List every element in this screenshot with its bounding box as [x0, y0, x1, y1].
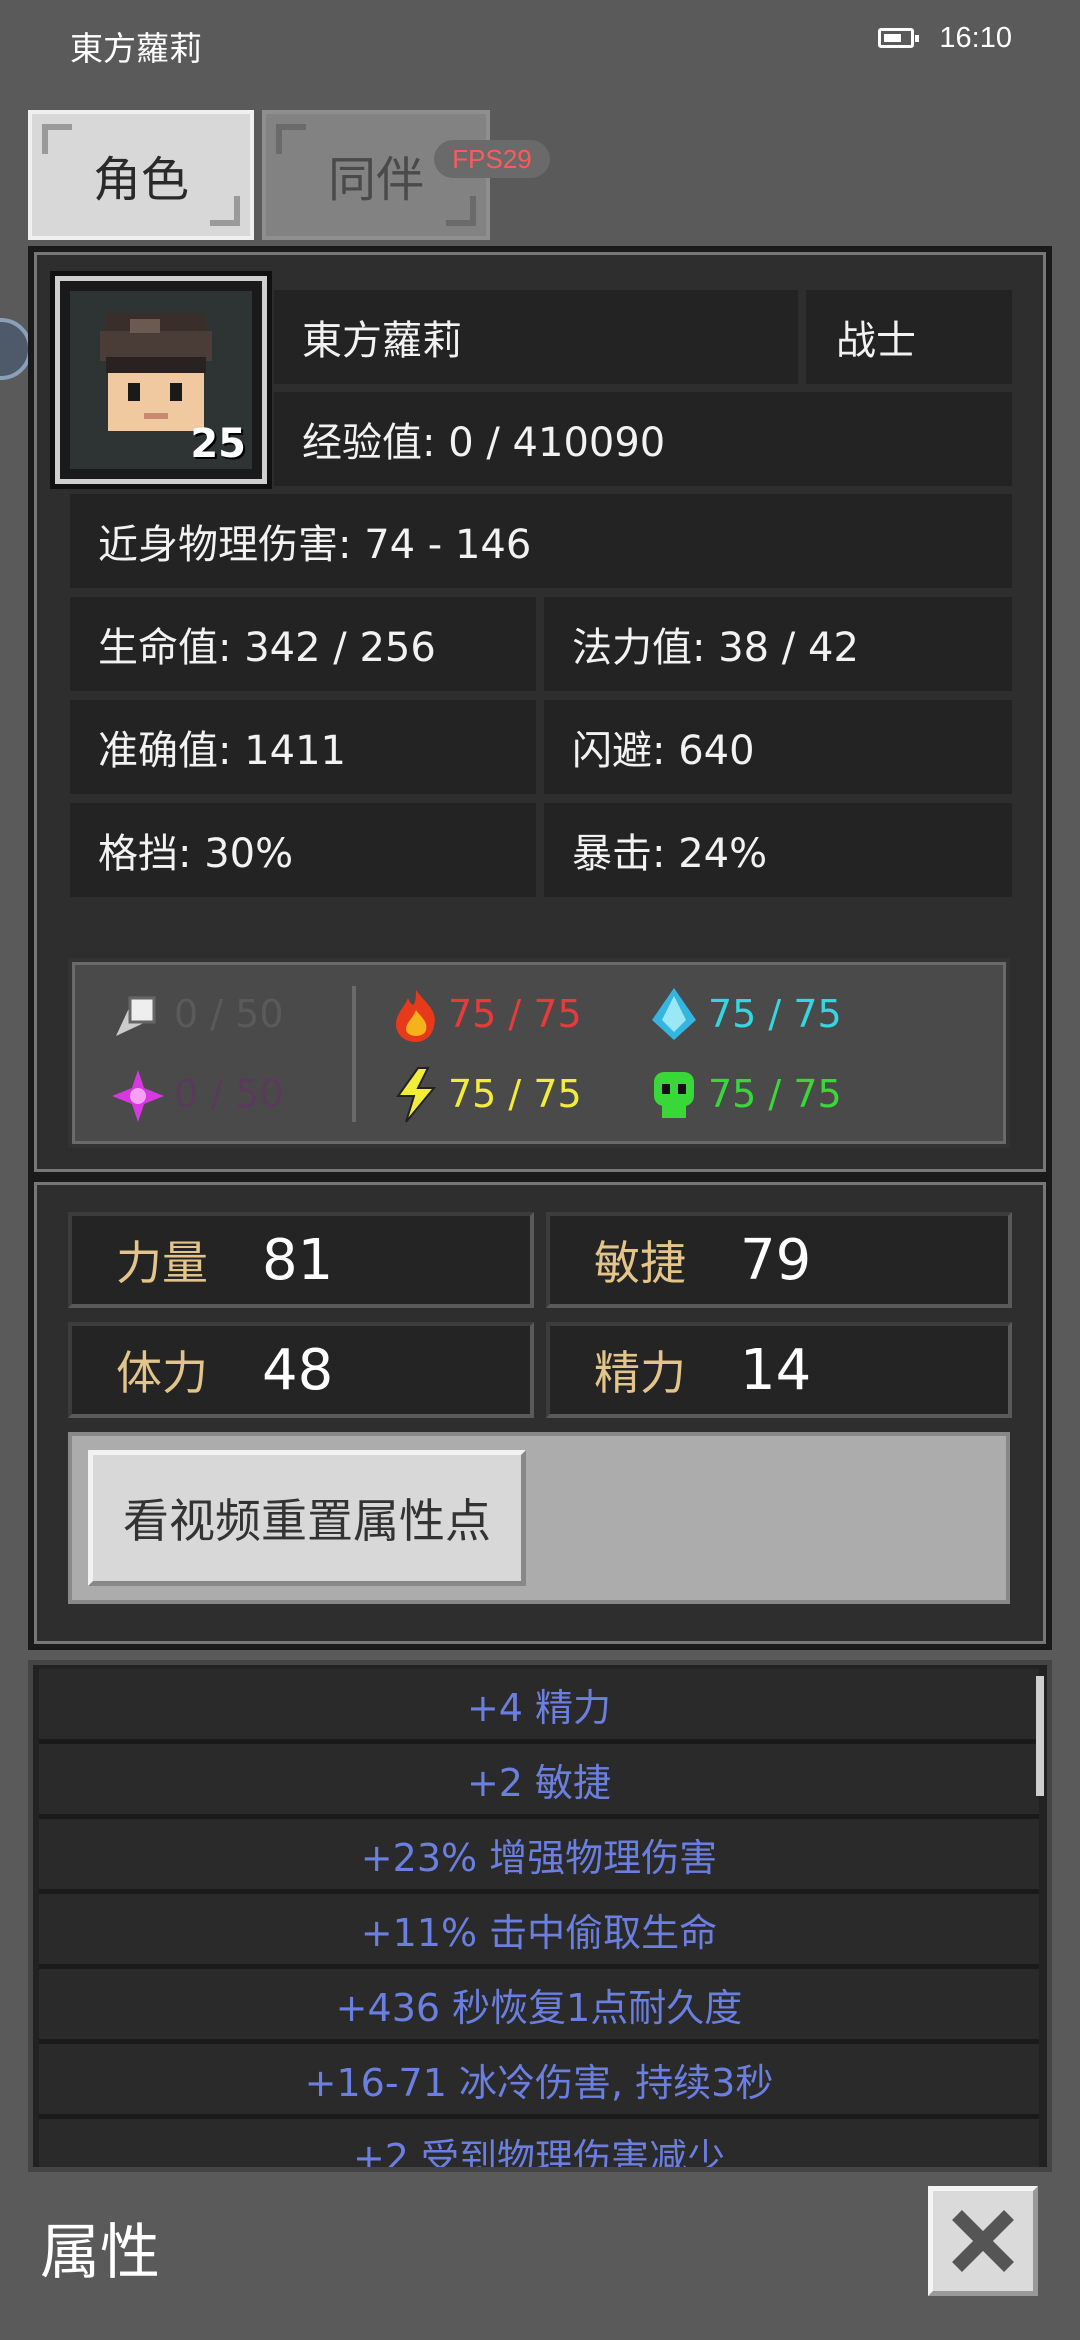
avatar[interactable]: 25: [55, 276, 267, 484]
strength-row: 力量 81: [68, 1212, 534, 1308]
reset-attributes-button[interactable]: 看视频重置属性点: [88, 1450, 526, 1586]
tab-companion-label: 同伴: [327, 152, 424, 208]
status-time: 16:10: [939, 22, 1012, 54]
bonus-list[interactable]: +4 精力 +2 敏捷 +23% 增强物理伤害 +11% 击中偷取生命 +436…: [28, 1660, 1052, 2172]
experience-value: 经验值: 0 / 410090: [274, 392, 1012, 486]
close-icon: [952, 2210, 1014, 2272]
tab-character-label: 角色: [92, 152, 189, 208]
fps-badge: FPS29: [434, 140, 550, 178]
accuracy-value: 准确值: 1411: [70, 700, 536, 794]
ice-resist-value: 75 / 75: [708, 992, 842, 1036]
ice-resist-icon: [652, 988, 696, 1040]
list-item: +2 敏捷: [39, 1744, 1039, 1820]
vitality-value: 48: [262, 1337, 334, 1403]
strength-value: 81: [262, 1227, 334, 1293]
physical-resist-icon: [116, 996, 156, 1036]
list-item: +2 受到物理伤害减少: [39, 2119, 1039, 2167]
arcane-resist-icon: [112, 1070, 164, 1122]
list-scrollbar[interactable]: [1036, 1676, 1044, 1796]
energy-label: 精力: [594, 1346, 686, 1400]
resistance-box: 0 / 50 75 / 75 75 / 75 0 / 50 75 / 75 75…: [68, 958, 1010, 1148]
poison-resist-value: 75 / 75: [708, 1072, 842, 1116]
close-button[interactable]: [928, 2186, 1038, 2296]
page-title: 属性: [40, 2218, 160, 2288]
agility-row: 敏捷 79: [546, 1212, 1012, 1308]
vitality-label: 体力: [116, 1346, 208, 1400]
strength-label: 力量: [116, 1236, 208, 1290]
list-item: +23% 增强物理伤害: [39, 1819, 1039, 1895]
vitality-row: 体力 48: [68, 1322, 534, 1418]
physical-resist-value: 0 / 50: [174, 992, 284, 1036]
battery-icon: [878, 28, 919, 48]
agility-label: 敏捷: [594, 1236, 686, 1290]
character-name: 東方蘿莉: [274, 290, 798, 384]
list-item: +11% 击中偷取生命: [39, 1894, 1039, 1970]
lightning-resist-value: 75 / 75: [448, 1072, 582, 1116]
crit-value: 暴击: 24%: [544, 803, 1012, 897]
energy-value: 14: [740, 1337, 812, 1403]
hp-value: 生命值: 342 / 256: [70, 597, 536, 691]
character-class: 战士: [806, 290, 1012, 384]
level-badge: 25: [190, 421, 246, 467]
lightning-resist-icon: [396, 1067, 437, 1123]
list-item: +4 精力: [39, 1669, 1039, 1745]
poison-resist-icon: [654, 1072, 694, 1118]
dodge-value: 闪避: 640: [544, 700, 1012, 794]
list-item: +436 秒恢复1点耐久度: [39, 1969, 1039, 2045]
melee-damage: 近身物理伤害: 74 - 146: [70, 494, 1012, 588]
status-app-title: 東方蘿莉: [70, 29, 202, 68]
list-item: +16-71 冰冷伤害, 持续3秒: [39, 2044, 1039, 2120]
arcane-resist-value: 0 / 50: [174, 1072, 284, 1116]
energy-row: 精力 14: [546, 1322, 1012, 1418]
mp-value: 法力值: 38 / 42: [544, 597, 1012, 691]
block-value: 格挡: 30%: [70, 803, 536, 897]
agility-value: 79: [740, 1227, 812, 1293]
fire-resist-icon: [396, 990, 435, 1042]
fire-resist-value: 75 / 75: [448, 992, 582, 1036]
tab-character[interactable]: 角色: [28, 110, 254, 240]
